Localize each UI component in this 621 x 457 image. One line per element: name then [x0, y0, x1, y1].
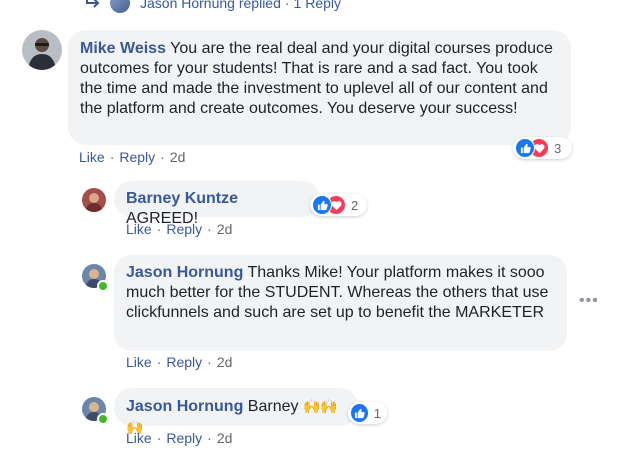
like-reaction-icon [312, 195, 332, 215]
replied-author[interactable]: Jason Hornung [140, 0, 235, 11]
reaction-count: 2 [351, 197, 359, 213]
reply-arrow-icon [86, 0, 100, 8]
reply-link[interactable]: Reply [166, 430, 202, 446]
reaction-count: 3 [554, 140, 562, 156]
reactions-summary[interactable]: 2 [310, 194, 367, 216]
like-link[interactable]: Like [126, 221, 152, 237]
reactions-summary[interactable]: 3 [513, 137, 572, 159]
comment-actions: Like · Reply · 2d [79, 149, 185, 165]
reply-actions: Like · Reply · 2d [126, 221, 232, 237]
like-link[interactable]: Like [79, 149, 105, 165]
separator: · [156, 354, 162, 370]
online-status-indicator [97, 280, 109, 292]
separator: · [207, 354, 212, 370]
separator: · [284, 0, 290, 11]
avatar-mike-weiss[interactable] [22, 30, 62, 70]
reply-author[interactable]: Jason Hornung [126, 264, 243, 281]
like-link[interactable]: Like [126, 354, 152, 370]
comment-bubble: Mike Weiss You are the real deal and you… [68, 30, 571, 145]
separator: · [156, 221, 162, 237]
replies-summary-row[interactable]: Jason Hornung replied · 1 Reply [84, 0, 341, 13]
separator: · [207, 430, 212, 446]
reply-bubble: Jason Hornung Thanks Mike! Your platform… [114, 255, 567, 351]
timestamp[interactable]: 2d [217, 430, 233, 446]
reactions-summary[interactable]: 1 [348, 402, 387, 424]
reply-text: Barney [247, 398, 299, 415]
more-options-icon[interactable]: ••• [579, 292, 599, 310]
online-status-indicator [97, 413, 109, 425]
reply-actions: Like · Reply · 2d [126, 354, 232, 370]
replied-verb: replied [238, 0, 281, 11]
reply-link[interactable]: Reply [166, 354, 202, 370]
timestamp[interactable]: 2d [217, 221, 233, 237]
replies-count-link[interactable]: 1 Reply [294, 0, 341, 11]
like-reaction-icon [515, 138, 535, 158]
reply-author[interactable]: Barney Kuntze [126, 190, 238, 207]
reply-link[interactable]: Reply [166, 221, 202, 237]
separator: · [207, 221, 212, 237]
separator: · [156, 430, 162, 446]
reply-bubble: Barney Kuntze AGREED! [114, 181, 320, 227]
timestamp[interactable]: 2d [217, 354, 233, 370]
reply-bubble: Jason Hornung Barney 🙌🙌🙌 [114, 388, 358, 435]
reaction-count: 1 [373, 405, 381, 421]
like-reaction-icon [350, 403, 369, 423]
separator: · [160, 149, 165, 165]
avatar-barney-kuntze[interactable] [82, 188, 106, 212]
comment-author[interactable]: Mike Weiss [80, 40, 166, 57]
reply-link[interactable]: Reply [119, 149, 155, 165]
like-link[interactable]: Like [126, 430, 152, 446]
reply-actions: Like · Reply · 2d [126, 430, 232, 446]
separator: · [109, 149, 115, 165]
avatar[interactable] [110, 0, 130, 13]
timestamp[interactable]: 2d [170, 149, 186, 165]
reply-author[interactable]: Jason Hornung [126, 398, 243, 415]
